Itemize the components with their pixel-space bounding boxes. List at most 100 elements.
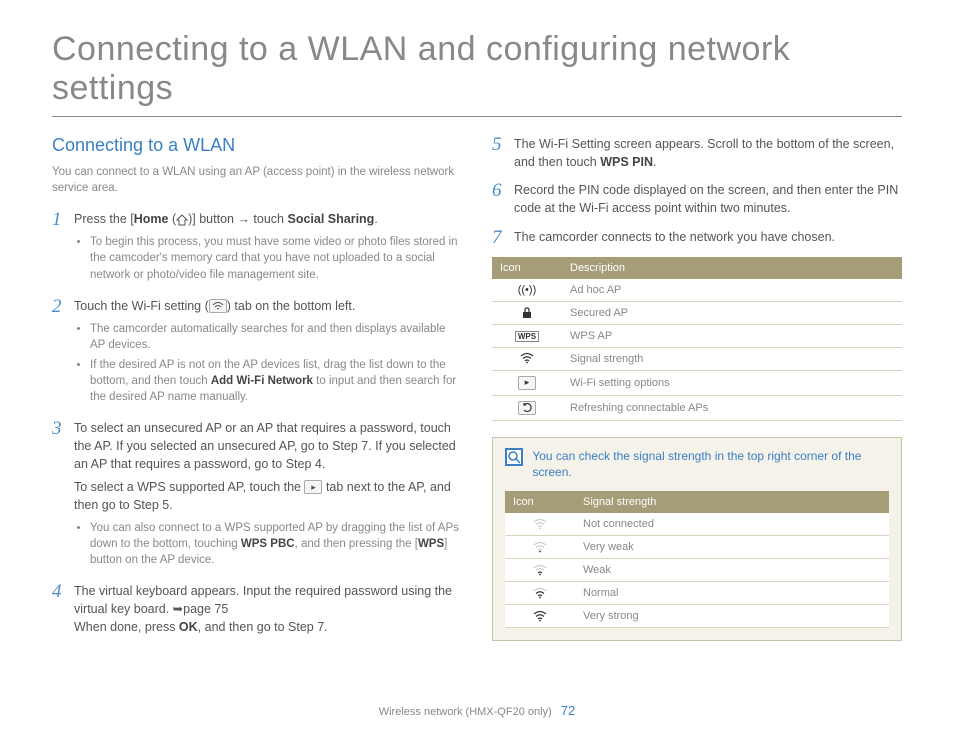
step-number: 2 bbox=[52, 297, 66, 410]
page-number: 72 bbox=[561, 703, 575, 718]
cell: Wi-Fi setting options bbox=[562, 370, 902, 395]
step-4: 4 The virtual keyboard appears. Input th… bbox=[52, 582, 462, 636]
adhoc-ap-icon: ((•)) bbox=[492, 279, 562, 302]
right-column: 5 The Wi-Fi Setting screen appears. Scro… bbox=[492, 135, 902, 646]
wifi-icon bbox=[505, 536, 575, 559]
footer-label: Wireless network (HMX-QF20 only) bbox=[379, 706, 552, 718]
table-row: Normal bbox=[505, 582, 889, 605]
text: , and then go to Step 7. bbox=[198, 620, 328, 634]
step-body: To select an unsecured AP or an AP that … bbox=[74, 419, 462, 572]
wifi-setting-icon bbox=[209, 299, 227, 313]
step-6: 6 Record the PIN code displayed on the s… bbox=[492, 181, 902, 217]
wps-label: WPS bbox=[418, 538, 444, 550]
note-box: You can check the signal strength in the… bbox=[492, 437, 902, 642]
table-header-row: Icon Description bbox=[492, 257, 902, 279]
step-7: 7 The camcorder connects to the network … bbox=[492, 228, 902, 247]
bullet: You can also connect to a WPS supported … bbox=[90, 520, 462, 568]
wifi-icon bbox=[492, 347, 562, 370]
table-row: Secured AP bbox=[492, 301, 902, 324]
chevron-right-icon: ▸ bbox=[492, 370, 562, 395]
step-number: 6 bbox=[492, 181, 506, 217]
step-5: 5 The Wi-Fi Setting screen appears. Scro… bbox=[492, 135, 902, 171]
bullet: If the desired AP is not on the AP devic… bbox=[90, 357, 462, 405]
step-number: 3 bbox=[52, 419, 66, 572]
cell: Refreshing connectable APs bbox=[562, 395, 902, 420]
step-body: Touch the Wi-Fi setting ( ) tab on the bo… bbox=[74, 297, 462, 410]
wps-icon: WPS bbox=[492, 324, 562, 347]
step-2: 2 Touch the Wi-Fi setting ( ) tab on the … bbox=[52, 297, 462, 410]
step-body: The Wi-Fi Setting screen appears. Scroll… bbox=[514, 135, 902, 171]
table-row: WPSWPS AP bbox=[492, 324, 902, 347]
col-icon: Icon bbox=[505, 491, 575, 513]
step-1: 1 Press the [Home ()] button → touch Soc… bbox=[52, 210, 462, 286]
refresh-icon bbox=[492, 395, 562, 420]
text: ( bbox=[168, 212, 176, 226]
cell: Very strong bbox=[575, 605, 889, 628]
icon-description-table: Icon Description ((•))Ad hoc AP Secured … bbox=[492, 257, 902, 421]
table-row: Refreshing connectable APs bbox=[492, 395, 902, 420]
magnifier-icon bbox=[505, 448, 523, 466]
wifi-icon bbox=[505, 605, 575, 628]
text: , and then pressing the [ bbox=[295, 538, 418, 550]
table-row: Very strong bbox=[505, 605, 889, 628]
wifi-icon bbox=[505, 513, 575, 536]
cell: Secured AP bbox=[562, 301, 902, 324]
home-label: Home bbox=[134, 212, 169, 226]
cell: Weak bbox=[575, 559, 889, 582]
step-number: 7 bbox=[492, 228, 506, 247]
step-number: 1 bbox=[52, 210, 66, 286]
text: When done, press bbox=[74, 620, 179, 634]
left-column: Connecting to a WLAN You can connect to … bbox=[52, 135, 462, 646]
step-body: Press the [Home ()] button → touch Socia… bbox=[74, 210, 462, 286]
table-row: ▸Wi-Fi setting options bbox=[492, 370, 902, 395]
table-row: Signal strength bbox=[492, 347, 902, 370]
step-body: The camcorder connects to the network yo… bbox=[514, 228, 902, 247]
text: To select a WPS supported AP, touch the bbox=[74, 480, 304, 494]
text: The Wi-Fi Setting screen appears. Scroll… bbox=[514, 137, 894, 169]
table-row: Weak bbox=[505, 559, 889, 582]
text: When done, press OK, and then go to Step… bbox=[74, 618, 462, 636]
step-body: Record the PIN code displayed on the scr… bbox=[514, 181, 902, 217]
col-description: Description bbox=[562, 257, 902, 279]
table-header-row: Icon Signal strength bbox=[505, 491, 889, 513]
intro-text: You can connect to a WLAN using an AP (a… bbox=[52, 164, 462, 196]
page-footer: Wireless network (HMX-QF20 only) 72 bbox=[0, 703, 954, 718]
wifi-icon bbox=[505, 582, 575, 605]
table-row: ((•))Ad hoc AP bbox=[492, 279, 902, 302]
home-icon bbox=[176, 212, 188, 226]
content-columns: Connecting to a WLAN You can connect to … bbox=[52, 135, 902, 646]
bullet: The camcorder automatically searches for… bbox=[90, 321, 462, 353]
lock-icon bbox=[492, 301, 562, 324]
step-bullets: To begin this process, you must have som… bbox=[90, 234, 462, 282]
table-row: Not connected bbox=[505, 513, 889, 536]
text: ) tab on the bottom left. bbox=[227, 299, 356, 313]
social-sharing-label: Social Sharing bbox=[287, 212, 374, 226]
cell: Not connected bbox=[575, 513, 889, 536]
col-icon: Icon bbox=[492, 257, 562, 279]
wifi-icon bbox=[505, 559, 575, 582]
wps-pin-label: WPS PIN bbox=[600, 155, 653, 169]
cell: Normal bbox=[575, 582, 889, 605]
cell: Ad hoc AP bbox=[562, 279, 902, 302]
wps-pbc-label: WPS PBC bbox=[241, 538, 295, 550]
step-bullets: The camcorder automatically searches for… bbox=[90, 321, 462, 405]
col-signal: Signal strength bbox=[575, 491, 889, 513]
text: . bbox=[653, 155, 656, 169]
step-3: 3 To select an unsecured AP or an AP tha… bbox=[52, 419, 462, 572]
step-bullets: You can also connect to a WPS supported … bbox=[90, 520, 462, 568]
note-text: You can check the signal strength in the… bbox=[532, 448, 882, 482]
signal-strength-table: Icon Signal strength Not connected Very … bbox=[505, 491, 889, 628]
step-body: The virtual keyboard appears. Input the … bbox=[74, 582, 462, 636]
cell: Signal strength bbox=[562, 347, 902, 370]
text: To select a WPS supported AP, touch the … bbox=[74, 478, 462, 514]
page-title: Connecting to a WLAN and configuring net… bbox=[52, 30, 902, 117]
add-wifi-network-label: Add Wi-Fi Network bbox=[211, 375, 313, 387]
chevron-right-icon: ▸ bbox=[304, 480, 322, 494]
section-heading: Connecting to a WLAN bbox=[52, 135, 462, 156]
step-number: 4 bbox=[52, 582, 66, 636]
text: To select an unsecured AP or an AP that … bbox=[74, 419, 462, 473]
text: The virtual keyboard appears. Input the … bbox=[74, 582, 462, 618]
text: )] button → touch bbox=[188, 212, 287, 226]
text: Touch the Wi-Fi setting ( bbox=[74, 299, 209, 313]
step-number: 5 bbox=[492, 135, 506, 171]
